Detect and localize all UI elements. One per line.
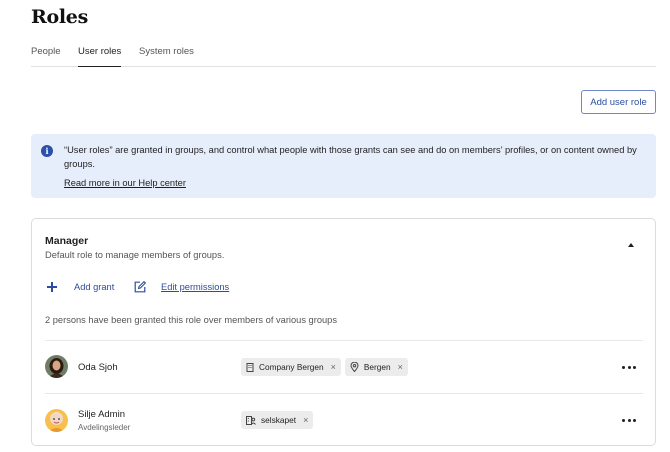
add-user-role-button[interactable]: Add user role (581, 90, 656, 114)
collapse-icon[interactable] (628, 243, 634, 247)
edit-permissions-label: Edit permissions (161, 282, 230, 292)
info-icon: i (41, 145, 53, 157)
add-grant-button[interactable]: Add grant (45, 279, 114, 295)
more-options-icon[interactable] (622, 362, 636, 372)
role-tabs: People User roles System roles (31, 40, 656, 67)
edit-permissions-button[interactable]: Edit permissions (133, 279, 229, 295)
group-chip: selskapet × (241, 411, 314, 429)
edit-icon (134, 281, 146, 293)
tab-user-roles[interactable]: User roles (78, 46, 122, 67)
building-icon (246, 362, 254, 372)
person-name: Oda Sjoh (78, 362, 118, 373)
remove-chip-icon[interactable]: × (398, 362, 403, 372)
help-center-link[interactable]: Read more in our Help center (64, 178, 186, 188)
grant-row: Oda Sjoh Company Bergen × Bergen × (45, 340, 643, 393)
location-pin-icon (350, 362, 359, 372)
chip-label: selskapet (261, 415, 297, 425)
role-description: Default role to manage members of groups… (45, 250, 225, 260)
tab-system-roles[interactable]: System roles (139, 46, 194, 67)
grant-summary: 2 persons have been granted this role ov… (45, 315, 337, 325)
remove-chip-icon[interactable]: × (331, 362, 336, 372)
add-grant-label: Add grant (74, 282, 115, 292)
avatar (45, 409, 68, 432)
team-icon (246, 415, 256, 425)
avatar (45, 355, 68, 378)
chip-label: Company Bergen (259, 362, 324, 372)
grant-chips: selskapet × (241, 411, 314, 429)
plus-icon (45, 280, 59, 294)
role-name: Manager (45, 235, 89, 247)
page-title: Roles (31, 6, 88, 28)
person-name: Silje Admin (78, 409, 125, 420)
person-title: Avdelingsleder (78, 423, 131, 432)
remove-chip-icon[interactable]: × (303, 415, 308, 425)
tab-people[interactable]: People (31, 46, 61, 67)
info-text: “User roles” are granted in groups, and … (64, 145, 637, 169)
chip-label: Bergen (363, 362, 391, 372)
role-card-manager: Manager Default role to manage members o… (31, 218, 656, 446)
group-chip: Company Bergen × (241, 358, 341, 376)
group-chip: Bergen × (344, 358, 408, 376)
grant-chips: Company Bergen × Bergen × (241, 358, 408, 376)
grant-row: Silje Admin Avdelingsleder selskapet × (45, 393, 643, 446)
info-banner: i “User roles” are granted in groups, an… (31, 134, 656, 198)
more-options-icon[interactable] (622, 415, 636, 425)
